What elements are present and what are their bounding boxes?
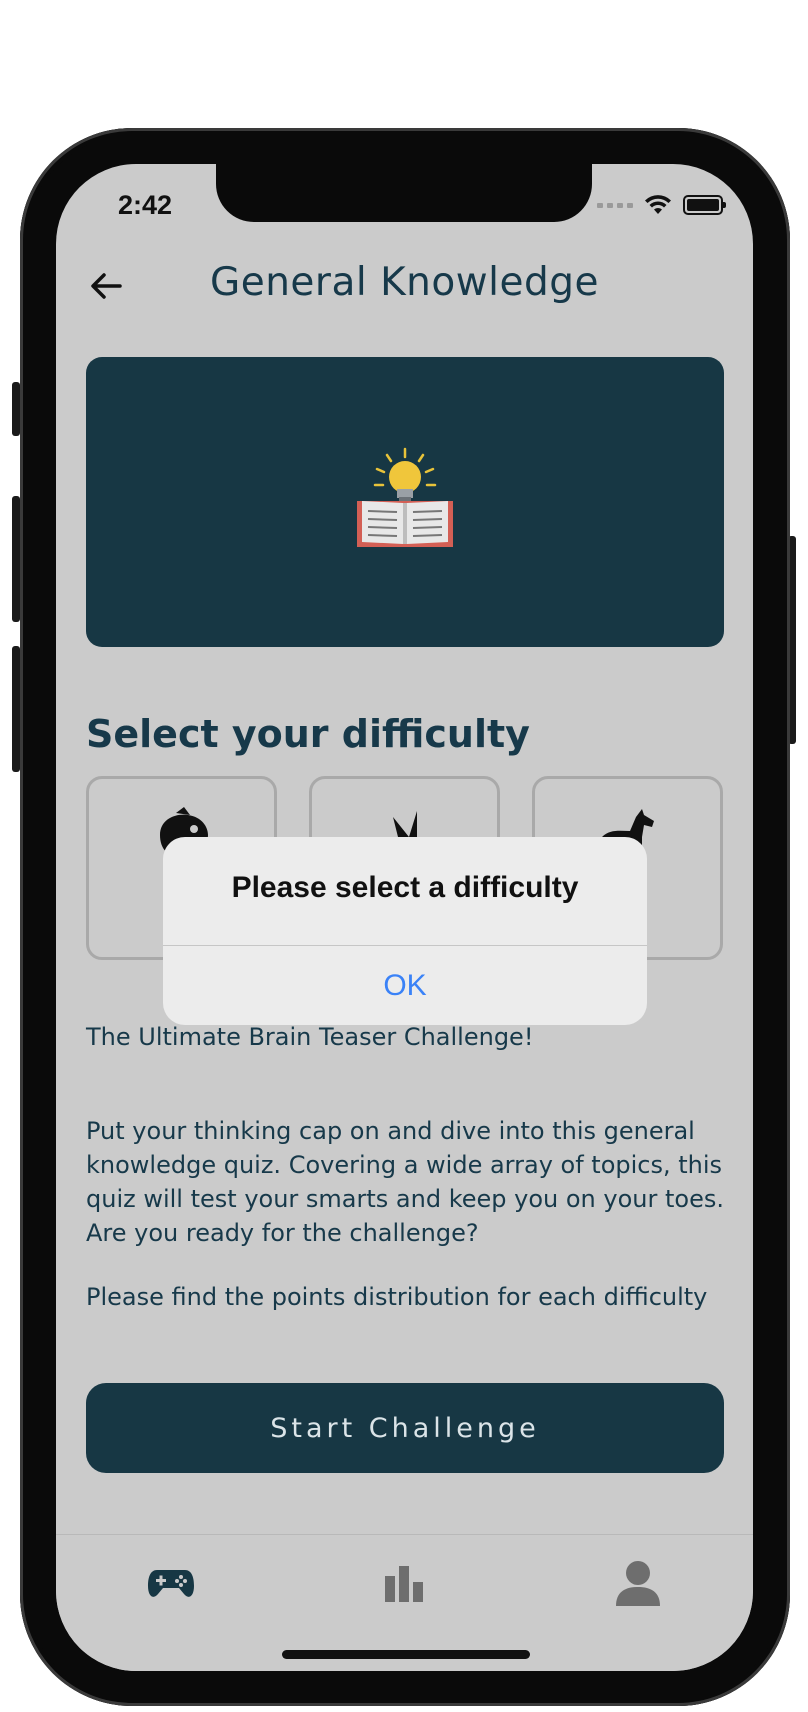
status-time: 2:42 — [118, 190, 173, 220]
tab-leaderboard[interactable] — [374, 1553, 434, 1613]
tab-games[interactable] — [141, 1553, 201, 1613]
page-title: General Knowledge — [210, 260, 599, 305]
tab-profile[interactable] — [608, 1553, 668, 1613]
battery-icon — [683, 195, 726, 215]
alert-title: Please select a difficulty — [231, 871, 579, 904]
wifi-icon — [645, 195, 671, 214]
home-indicator — [282, 1650, 530, 1659]
phone-volume-up — [12, 496, 20, 622]
status-icons — [597, 194, 726, 216]
quiz-tagline: The Ultimate Brain Teaser Challenge! — [86, 1023, 534, 1051]
category-banner — [86, 357, 724, 647]
points-distribution-text: Please find the points distribution for … — [86, 1283, 708, 1311]
alert-dialog: Please select a difficulty OK — [163, 837, 647, 1025]
start-challenge-button[interactable]: Start Challenge — [86, 1383, 724, 1473]
phone-notch — [216, 164, 592, 222]
phone-mute-switch — [12, 382, 20, 436]
alert-ok-button[interactable]: OK — [163, 946, 647, 1025]
gamepad-icon — [148, 1570, 194, 1597]
bar-chart-icon — [385, 1566, 423, 1602]
app-screen: 2:42 General Knowledge Select your diffi… — [56, 164, 753, 1671]
phone-volume-down — [12, 646, 20, 772]
quiz-description: Put your thinking cap on and dive into t… — [86, 1117, 724, 1247]
user-icon — [616, 1561, 660, 1606]
difficulty-heading: Select your difficulty — [86, 712, 530, 756]
book-lightbulb-icon — [357, 447, 453, 547]
cellular-signal-icon — [597, 202, 633, 208]
